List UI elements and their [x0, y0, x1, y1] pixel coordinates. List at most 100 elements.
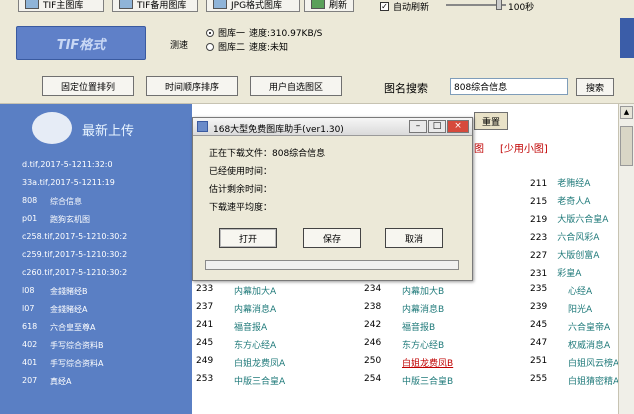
search-input[interactable]: 808综合信息 — [450, 78, 568, 95]
item-number: 223 — [530, 233, 548, 243]
list-item[interactable]: 207 真经A — [22, 376, 71, 390]
item-number: 239 — [530, 302, 548, 312]
tif-backup-library-button[interactable]: TIF备用图库 — [112, 0, 198, 12]
item-code: 33a.tif,2017-5-1211:19 — [22, 178, 115, 187]
list-item[interactable]: 401 手写综合资料A — [22, 358, 103, 372]
item-name[interactable]: 权威消息A — [568, 338, 610, 351]
small-pic-link[interactable]: [少用小图] — [500, 140, 548, 155]
item-number: 211 — [530, 179, 548, 189]
item-name[interactable]: 白姐龙费凤B — [402, 356, 453, 369]
item-name[interactable]: 中版三合皇B — [402, 374, 453, 387]
user-custom-area-button[interactable]: 用户自选图区 — [250, 76, 342, 96]
library-one-speed: 速度:310.97KB/S — [249, 29, 323, 39]
auto-refresh-checkbox[interactable]: ✓ 自动刷新 — [380, 0, 429, 13]
list-item[interactable]: p01 跑狗玄机图 — [22, 214, 90, 228]
table-row: 237 内幕消息A 238 内幕消息B 239 阳光A — [196, 302, 616, 315]
list-item[interactable]: l08 金錢賭经B — [22, 286, 88, 300]
item-number: 215 — [530, 197, 548, 207]
item-name: 跑狗玄机图 — [50, 215, 90, 224]
library-one-radio[interactable]: 图库一 速度:310.97KB/S — [206, 26, 322, 39]
item-number: 254 — [364, 374, 382, 384]
library-two-radio[interactable]: 图库二 速度:未知 — [206, 40, 288, 53]
refresh-label: 刷新 — [329, 0, 348, 11]
item-name[interactable]: 心经A — [568, 284, 592, 297]
item-code: c260.tif,2017-5-1210:30:2 — [22, 268, 128, 277]
open-button[interactable]: 打开 — [219, 228, 277, 248]
scroll-thumb[interactable] — [620, 126, 633, 166]
list-item[interactable]: 618 六合皇至尊A — [22, 322, 95, 336]
jpg-library-button[interactable]: JPG格式图库 — [206, 0, 300, 12]
table-row[interactable]: 231 彩皇A — [530, 266, 581, 279]
tif-main-label: TIF主图库 — [43, 0, 84, 11]
item-name[interactable]: 内幕消息A — [234, 302, 276, 315]
item-name[interactable]: 内幕消息B — [402, 302, 444, 315]
table-row[interactable]: 223 六合风彩A — [530, 230, 599, 243]
item-name[interactable]: 六合皇帝A — [568, 320, 610, 333]
item-number: 242 — [364, 320, 382, 330]
refresh-interval-slider-handle[interactable] — [496, 0, 502, 10]
item-name[interactable]: 中版三合皇A — [234, 374, 285, 387]
large-pic-link[interactable]: 图 — [474, 140, 484, 155]
fixed-order-button[interactable]: 固定位置排列 — [42, 76, 134, 96]
item-name: 真经A — [50, 377, 72, 386]
downloading-file-text: 正在下载文件：808综合信息 — [209, 149, 326, 159]
item-name[interactable]: 白姐风云榜A — [568, 356, 619, 369]
remaining-time-text: 估计剩余时间： — [209, 185, 273, 195]
item-name[interactable]: 福音报A — [234, 320, 267, 333]
radio-selected-icon — [206, 28, 214, 37]
refresh-icon — [311, 0, 325, 9]
mascot-icon — [32, 112, 72, 144]
dialog-titlebar[interactable]: 168大型免费图库助手(ver1.30) – □ × — [193, 118, 472, 136]
tif-main-library-button[interactable]: TIF主图库 — [18, 0, 104, 12]
table-row[interactable]: 215 老奇人A — [530, 194, 590, 207]
item-name[interactable]: 白姐龙费凤A — [234, 356, 285, 369]
picture-icon — [213, 0, 227, 9]
item-name[interactable]: 内幕加大A — [234, 284, 276, 297]
item-name[interactable]: 东方心经B — [402, 338, 444, 351]
close-icon[interactable]: × — [447, 120, 469, 133]
item-number: 238 — [364, 302, 382, 312]
jpg-label: JPG格式图库 — [231, 0, 283, 11]
item-name[interactable]: 白姐猜密精A — [568, 374, 619, 387]
maximize-icon[interactable]: □ — [428, 120, 446, 133]
table-row: 245 东方心经A 246 东方心经B 247 权威消息A — [196, 338, 616, 351]
item-number: 235 — [530, 284, 548, 294]
list-scrollbar[interactable]: ▲ — [618, 104, 634, 414]
list-item[interactable]: 808 综合信息 — [22, 196, 82, 210]
list-item[interactable]: d.tif,2017-5-1211:32:0 — [22, 160, 113, 174]
time-order-button[interactable]: 时间顺序排序 — [146, 76, 238, 96]
item-code: c258.tif,2017-5-1210:30:2 — [22, 232, 128, 241]
item-name: 金錢賭经A — [50, 305, 88, 314]
item-name[interactable]: 东方心经A — [234, 338, 276, 351]
fixed-order-label: 固定位置排列 — [60, 82, 115, 93]
list-item[interactable]: l07 金錢賭经A — [22, 304, 87, 318]
refresh-button[interactable]: 刷新 — [304, 0, 354, 12]
list-item[interactable]: 402 手写综合资料B — [22, 340, 104, 354]
picture-icon — [119, 0, 133, 9]
item-name[interactable]: 阳光A — [568, 302, 592, 315]
cancel-button[interactable]: 取消 — [385, 228, 443, 248]
list-item[interactable]: c259.tif,2017-5-1210:30:2 — [22, 250, 127, 264]
search-button-label: 搜索 — [585, 83, 604, 94]
average-speed-text: 下载速平均度： — [209, 203, 273, 213]
search-input-value: 808综合信息 — [454, 83, 508, 93]
list-item[interactable]: c258.tif,2017-5-1210:30:2 — [22, 232, 127, 246]
scroll-up-icon[interactable]: ▲ — [620, 106, 633, 119]
table-row[interactable]: 219 大版六合皇A — [530, 212, 608, 225]
list-item[interactable]: c260.tif,2017-5-1210:30:2 — [22, 268, 127, 282]
list-item[interactable]: 33a.tif,2017-5-1211:19 — [22, 178, 115, 192]
item-name[interactable]: 内幕加大B — [402, 284, 444, 297]
user-custom-label: 用户自选图区 — [268, 82, 323, 93]
refresh-interval-value: 100秒 — [508, 3, 535, 13]
minimize-icon[interactable]: – — [409, 120, 427, 133]
item-name[interactable]: 福音报B — [402, 320, 435, 333]
table-row[interactable]: 227 大版创富A — [530, 248, 599, 261]
latest-upload-title: 最新上传 — [82, 124, 135, 139]
item-code: 402 — [22, 340, 38, 349]
reset-label: 重置 — [481, 117, 500, 128]
save-button[interactable]: 保存 — [303, 228, 361, 248]
item-number: 246 — [364, 338, 382, 348]
search-button[interactable]: 搜索 — [576, 78, 614, 96]
reset-button[interactable]: 重置 — [474, 112, 508, 130]
table-row[interactable]: 211 老贿经A — [530, 176, 590, 189]
